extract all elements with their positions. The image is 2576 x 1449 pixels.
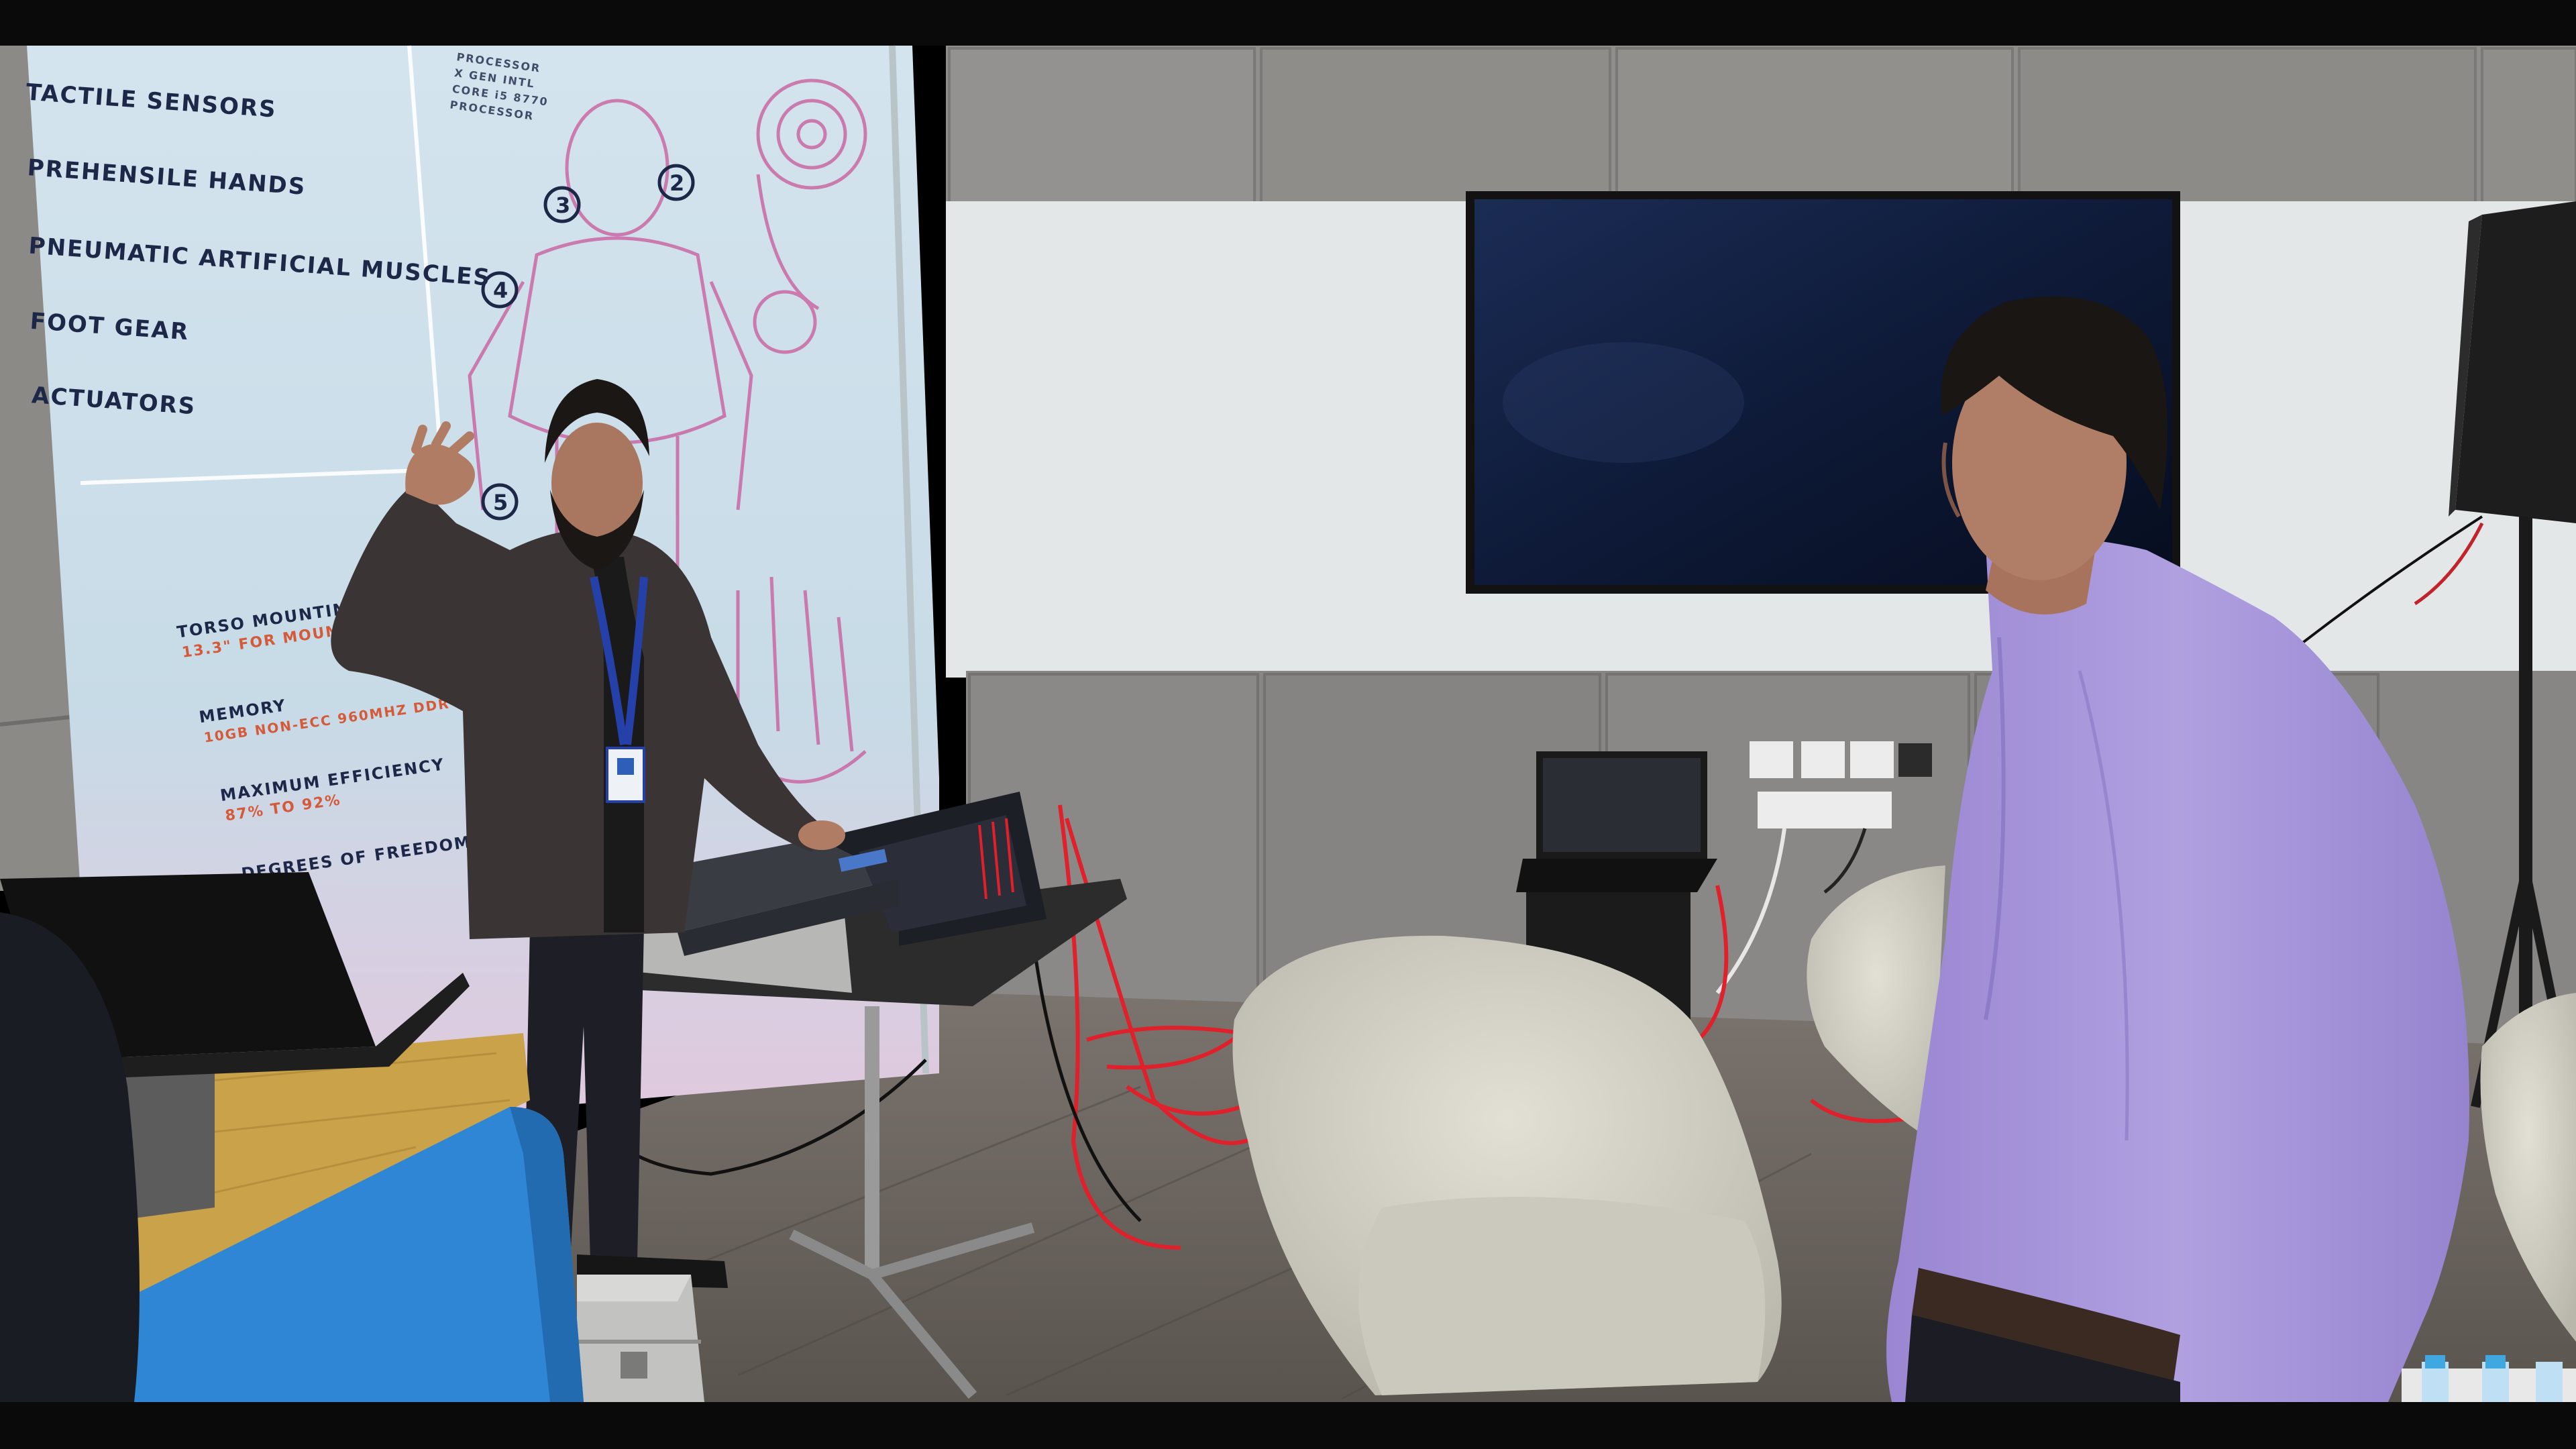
top-black-bar xyxy=(0,0,2576,46)
bottom-black-bar xyxy=(0,1402,2576,1449)
callout-number-4: 4 xyxy=(493,278,509,303)
photo-scene: 3 2 4 5 TACTILE SENSORS PREHENSILE HANDS… xyxy=(0,0,2576,1449)
concrete-wall-upper xyxy=(946,46,2576,213)
callout-number-5: 5 xyxy=(493,490,509,515)
callout-number-3: 3 xyxy=(555,193,572,218)
flight-case xyxy=(577,1275,704,1402)
callout-number-2: 2 xyxy=(669,170,686,196)
water-bottles xyxy=(2402,1355,2576,1402)
